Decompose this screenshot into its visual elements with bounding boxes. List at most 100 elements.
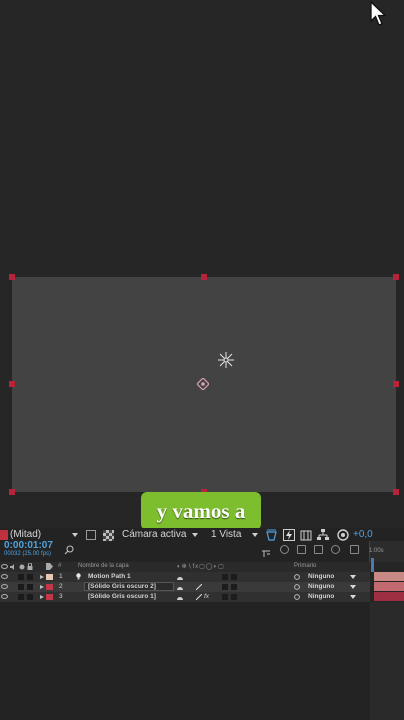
- visibility-eye-icon[interactable]: [1, 584, 8, 589]
- views-dropdown[interactable]: 1 Vista: [211, 529, 241, 540]
- lock-column-icon[interactable]: [27, 563, 33, 570]
- layer-name[interactable]: Motion Path 1: [88, 573, 131, 580]
- graph-editor-icon[interactable]: [350, 545, 359, 554]
- shy-switch-icon[interactable]: [177, 584, 183, 590]
- switch-slot[interactable]: [231, 594, 237, 600]
- expand-arrow-icon[interactable]: [40, 595, 44, 599]
- exposure-value[interactable]: +0,0: [353, 529, 373, 540]
- parent-pickwhip-icon[interactable]: [294, 594, 300, 600]
- layer-row[interactable]: 2 [Sólido Gris oscuro 2] Ninguno: [0, 582, 370, 592]
- resolution-chevron-down-icon[interactable]: [72, 533, 78, 537]
- lock-toggle[interactable]: [27, 574, 33, 580]
- reset-exposure-icon[interactable]: [337, 529, 349, 541]
- layer-row[interactable]: 3 [Sólido Gris oscuro 1] fx Ninguno: [0, 592, 370, 602]
- visibility-eye-icon[interactable]: [1, 594, 8, 599]
- camera-dropdown[interactable]: Cámara activa: [122, 529, 186, 540]
- visibility-eye-icon[interactable]: [1, 574, 8, 579]
- quality-switch-icon[interactable]: [196, 584, 202, 590]
- parent-chevron-down-icon[interactable]: [350, 595, 356, 599]
- solo-toggle[interactable]: [18, 574, 24, 580]
- anchor-point-icon[interactable]: [218, 352, 234, 368]
- solo-column-icon[interactable]: [19, 564, 25, 570]
- layer-panel-empty-area[interactable]: [0, 602, 370, 720]
- transform-handle-mr[interactable]: [393, 381, 399, 387]
- label-color-swatch[interactable]: [46, 594, 53, 600]
- parent-dropdown[interactable]: Ninguno: [306, 582, 361, 591]
- layer-column-header: # Nombre de la capa ◐✻∖fx▢◯◐▢ Primario: [0, 562, 370, 572]
- ruler-time-label: 1:00s: [369, 548, 384, 554]
- switch-slot[interactable]: [222, 574, 228, 580]
- eye-column-icon[interactable]: [1, 564, 8, 569]
- layer-duration-bar[interactable]: [374, 592, 404, 601]
- color-swatch-icon[interactable]: [0, 530, 8, 540]
- quality-switch-icon[interactable]: [196, 594, 202, 600]
- solo-toggle[interactable]: [18, 584, 24, 590]
- parent-dropdown[interactable]: Ninguno: [306, 592, 361, 601]
- switch-slot[interactable]: [222, 584, 228, 590]
- draft-3d-icon[interactable]: [280, 545, 289, 554]
- viewer-toolbar: (Mitad) Cámara activa 1 Vista +0,0: [0, 528, 404, 543]
- mouse-cursor-icon: [370, 1, 387, 26]
- motion-path-point-icon[interactable]: [197, 378, 209, 390]
- lock-toggle[interactable]: [27, 584, 33, 590]
- search-icon[interactable]: [64, 545, 74, 555]
- parent-pickwhip-icon[interactable]: [294, 574, 300, 580]
- fast-previews-icon[interactable]: [266, 529, 277, 541]
- current-time-display[interactable]: 0:00:01:07: [4, 540, 53, 551]
- parent-column-header: Primario: [294, 563, 317, 569]
- frame-rate-display: 00032 (25.00 fps): [4, 551, 52, 557]
- parent-chevron-down-icon[interactable]: [350, 575, 356, 579]
- label-color-swatch[interactable]: [46, 574, 53, 580]
- label-color-swatch[interactable]: [46, 584, 53, 590]
- layer-name[interactable]: [Sólido Gris oscuro 2]: [88, 583, 156, 590]
- layer-name[interactable]: [Sólido Gris oscuro 1]: [88, 593, 156, 600]
- playhead-indicator[interactable]: [371, 558, 374, 572]
- label-column-icon[interactable]: [46, 563, 53, 570]
- audio-column-icon[interactable]: [10, 564, 17, 570]
- shy-switch-icon[interactable]: [177, 594, 183, 600]
- lightning-icon[interactable]: [283, 529, 295, 541]
- region-of-interest-icon[interactable]: [86, 530, 96, 540]
- motion-blur-icon[interactable]: [331, 545, 340, 554]
- shy-layers-icon[interactable]: [297, 545, 306, 554]
- timeline-track-empty-area[interactable]: [370, 602, 404, 720]
- layer-name-column-header[interactable]: Nombre de la capa: [78, 563, 129, 569]
- lock-toggle[interactable]: [27, 594, 33, 600]
- expand-arrow-icon[interactable]: [40, 575, 44, 579]
- transform-handle-ml[interactable]: [9, 381, 15, 387]
- layer-number: 2: [59, 583, 63, 590]
- transparency-grid-icon[interactable]: [103, 530, 114, 541]
- parent-dropdown[interactable]: Ninguno: [306, 572, 361, 581]
- transform-handle-tm[interactable]: [201, 274, 207, 280]
- transform-handle-br[interactable]: [393, 489, 399, 495]
- views-chevron-down-icon[interactable]: [252, 533, 258, 537]
- timeline-icon[interactable]: [300, 529, 312, 541]
- parent-pickwhip-icon[interactable]: [294, 584, 300, 590]
- resolution-dropdown[interactable]: (Mitad): [10, 529, 41, 540]
- number-column-header: #: [58, 563, 62, 569]
- transform-handle-tl[interactable]: [9, 274, 15, 280]
- layer-number: 1: [59, 573, 63, 580]
- layer-number: 3: [59, 593, 63, 600]
- solo-toggle[interactable]: [18, 594, 24, 600]
- effects-switch-icon[interactable]: fx: [204, 593, 209, 600]
- light-bulb-icon: [76, 573, 81, 580]
- layer-duration-bar[interactable]: [374, 572, 404, 581]
- switch-slot[interactable]: [231, 574, 237, 580]
- shy-switch-icon[interactable]: [177, 574, 183, 580]
- comp-mini-flowchart-icon[interactable]: [262, 545, 271, 557]
- switch-slot[interactable]: [222, 594, 228, 600]
- switch-slot[interactable]: [231, 584, 237, 590]
- transform-handle-tr[interactable]: [393, 274, 399, 280]
- expand-arrow-icon[interactable]: [40, 585, 44, 589]
- layer-duration-bar[interactable]: [374, 582, 404, 591]
- camera-chevron-down-icon[interactable]: [192, 533, 198, 537]
- subtitle-caption: y vamos a: [141, 492, 261, 530]
- layer-row[interactable]: 1 Motion Path 1 Ninguno: [0, 572, 370, 582]
- transform-handle-bl[interactable]: [9, 489, 15, 495]
- switches-column-header: ◐✻∖fx▢◯◐▢: [177, 564, 225, 570]
- timeline-header: [0, 543, 404, 561]
- frame-blending-icon[interactable]: [314, 545, 323, 554]
- parent-chevron-down-icon[interactable]: [350, 585, 356, 589]
- flowchart-icon[interactable]: [317, 529, 329, 541]
